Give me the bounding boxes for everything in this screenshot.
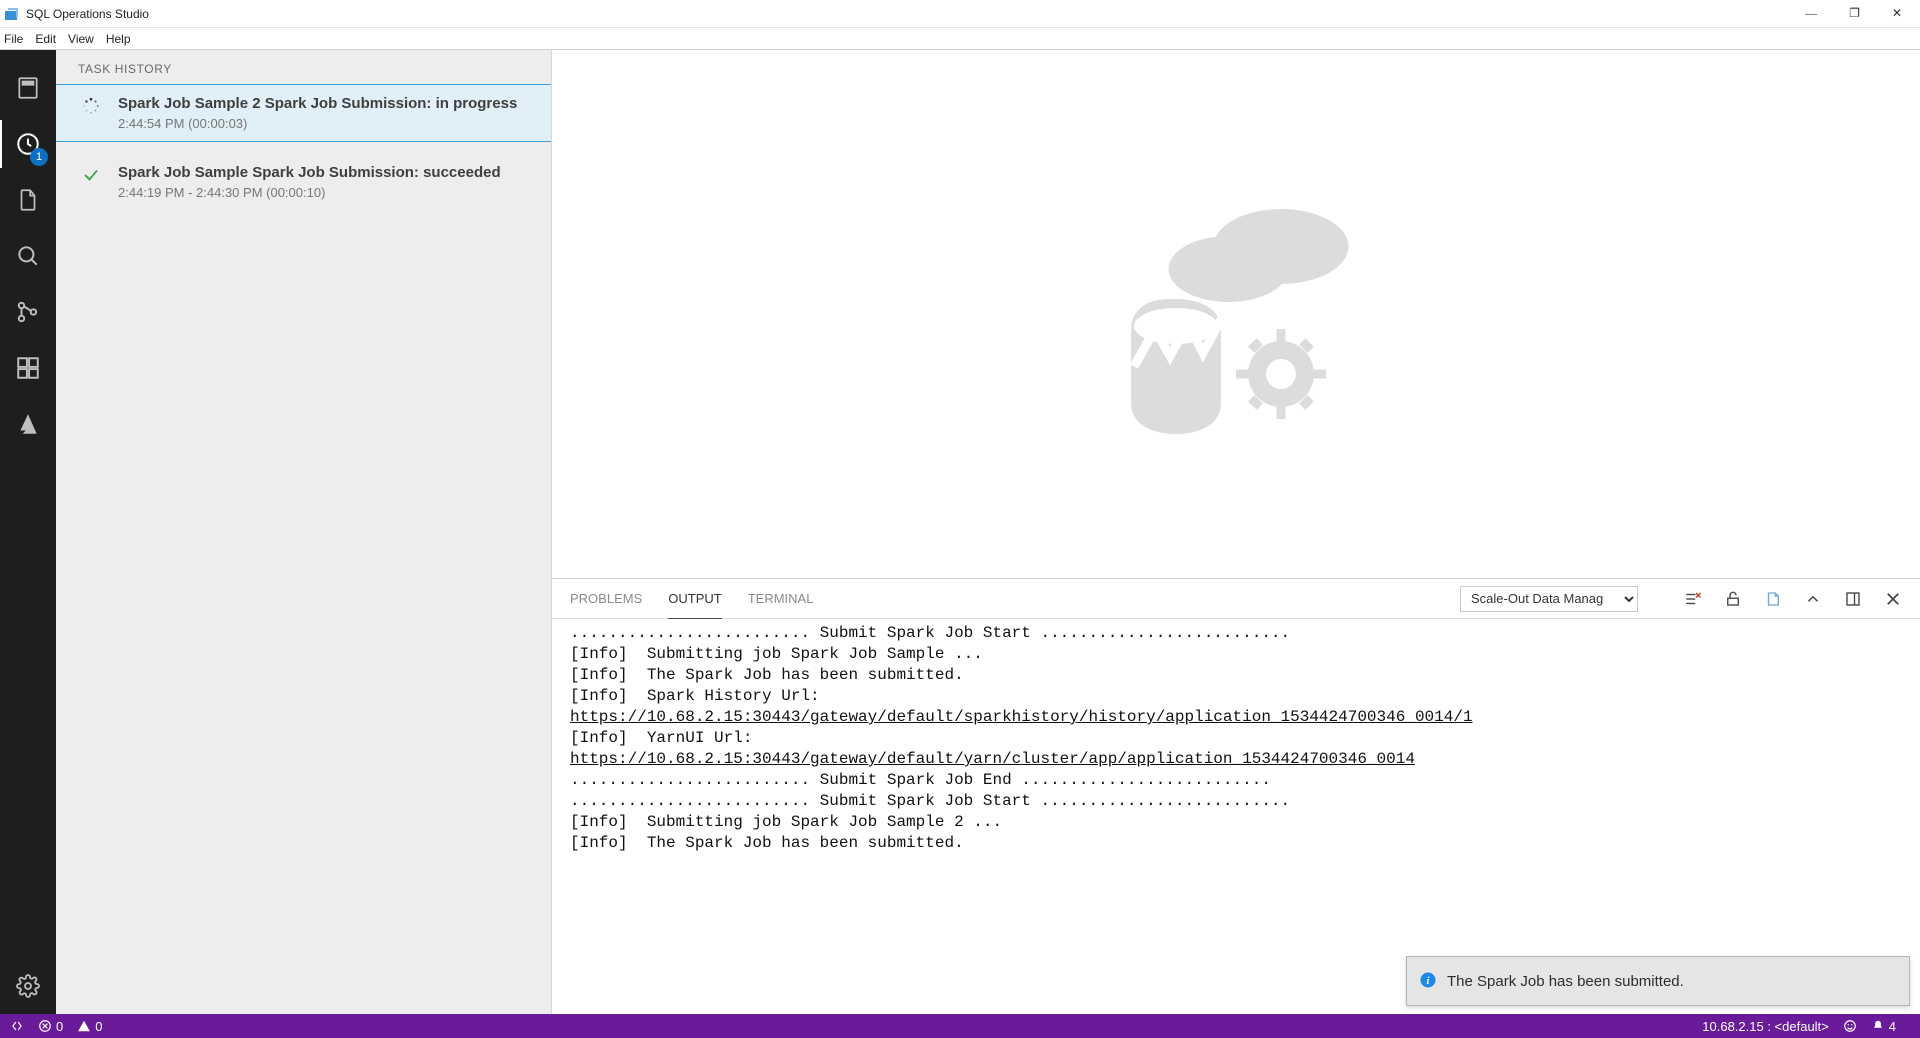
svg-text:i: i xyxy=(1427,975,1430,986)
minimize-button[interactable]: — xyxy=(1799,2,1823,25)
output-body[interactable]: ......................... Submit Spark J… xyxy=(552,619,1920,1014)
checkmark-icon xyxy=(80,164,102,200)
panel-actions xyxy=(1684,590,1902,608)
status-notifications[interactable]: 4 xyxy=(1871,1019,1896,1034)
status-errors-count: 0 xyxy=(56,1019,63,1034)
activity-explorer[interactable] xyxy=(0,172,56,228)
task-meta: 2:44:19 PM - 2:44:30 PM (00:00:10) xyxy=(118,185,537,200)
activity-settings[interactable] xyxy=(0,958,56,1014)
activity-source-control[interactable] xyxy=(0,284,56,340)
menu-file[interactable]: File xyxy=(4,32,23,46)
status-notif-count: 4 xyxy=(1889,1019,1896,1034)
tab-terminal[interactable]: TERMINAL xyxy=(748,579,814,619)
task-text: Spark Job Sample Spark Job Submission: s… xyxy=(118,164,537,200)
task-text: Spark Job Sample 2 Spark Job Submission:… xyxy=(118,95,537,131)
status-connection[interactable]: 10.68.2.15 : <default> xyxy=(1702,1019,1829,1034)
activity-extensions[interactable] xyxy=(0,340,56,396)
menu-edit[interactable]: Edit xyxy=(35,32,56,46)
maximize-button[interactable]: ❐ xyxy=(1843,2,1866,25)
activity-servers[interactable] xyxy=(0,60,56,116)
output-channel-select[interactable]: Scale-Out Data Manag xyxy=(1460,586,1638,612)
status-feedback[interactable] xyxy=(1843,1019,1857,1033)
task-title: Spark Job Sample 2 Spark Job Submission:… xyxy=(118,95,537,112)
window-title: SQL Operations Studio xyxy=(26,7,1799,21)
panel-tabs: PROBLEMS OUTPUT TERMINAL Scale-Out Data … xyxy=(552,579,1920,619)
menubar: File Edit View Help xyxy=(0,28,1920,50)
spinner-icon xyxy=(80,95,102,131)
activity-azure[interactable] xyxy=(0,396,56,452)
watermark-icon xyxy=(1086,164,1386,464)
lock-scroll-icon[interactable] xyxy=(1724,590,1742,608)
workbench: 1 TASK HISTORY Spark Job Sampl xyxy=(0,50,1920,1014)
task-meta: 2:44:54 PM (00:00:03) xyxy=(118,116,537,131)
tab-problems[interactable]: PROBLEMS xyxy=(570,579,642,619)
notification-toast[interactable]: i The Spark Job has been submitted. xyxy=(1406,956,1910,1006)
maximize-panel-icon[interactable] xyxy=(1844,590,1862,608)
status-warnings-count: 0 xyxy=(95,1019,102,1034)
close-panel-icon[interactable] xyxy=(1884,590,1902,608)
status-errors[interactable]: 0 xyxy=(38,1019,63,1034)
status-connection-text: 10.68.2.15 : <default> xyxy=(1702,1019,1829,1034)
task-item[interactable]: Spark Job Sample 2 Spark Job Submission:… xyxy=(56,84,551,142)
task-item[interactable]: Spark Job Sample Spark Job Submission: s… xyxy=(56,154,551,210)
activity-task-history[interactable]: 1 xyxy=(0,116,56,172)
sidebar-header: TASK HISTORY xyxy=(56,50,551,84)
task-title: Spark Job Sample Spark Job Submission: s… xyxy=(118,164,537,181)
info-icon: i xyxy=(1419,971,1437,992)
sidebar-task-history: TASK HISTORY Spark Job Sample 2 Spark Jo… xyxy=(56,50,552,1014)
menu-help[interactable]: Help xyxy=(106,32,131,46)
window-controls: — ❐ ✕ xyxy=(1799,2,1908,25)
close-button[interactable]: ✕ xyxy=(1886,2,1908,25)
activitybar: 1 xyxy=(0,50,56,1014)
app-icon xyxy=(4,6,20,22)
clear-output-icon[interactable] xyxy=(1684,590,1702,608)
menu-view[interactable]: View xyxy=(68,32,94,46)
collapse-icon[interactable] xyxy=(1804,590,1822,608)
titlebar: SQL Operations Studio — ❐ ✕ xyxy=(0,0,1920,28)
status-remote[interactable] xyxy=(10,1019,24,1033)
panel: PROBLEMS OUTPUT TERMINAL Scale-Out Data … xyxy=(552,578,1920,1014)
editor-watermark xyxy=(552,50,1920,578)
toast-message: The Spark Job has been submitted. xyxy=(1447,973,1684,990)
status-warnings[interactable]: 0 xyxy=(77,1019,102,1034)
activity-search[interactable] xyxy=(0,228,56,284)
tab-output[interactable]: OUTPUT xyxy=(668,579,721,619)
task-history-badge: 1 xyxy=(30,148,48,166)
editor-area: PROBLEMS OUTPUT TERMINAL Scale-Out Data … xyxy=(552,50,1920,1014)
open-log-icon[interactable] xyxy=(1764,590,1782,608)
statusbar: 0 0 10.68.2.15 : <default> 4 xyxy=(0,1014,1920,1038)
